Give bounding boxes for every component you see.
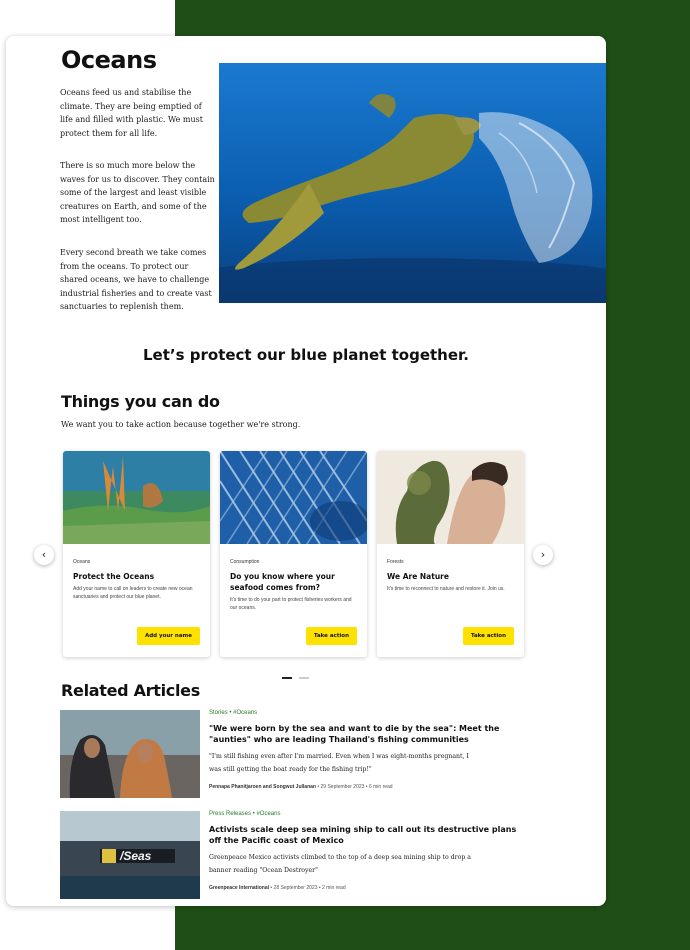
add-your-name-button[interactable]: Add your name: [136, 627, 200, 645]
action-card-image-reef: [63, 451, 210, 544]
carousel-dot[interactable]: [299, 677, 310, 679]
related-heading: Related Articles: [61, 681, 200, 700]
article-author: Greenpeace International: [209, 885, 270, 891]
article-title[interactable]: Activists scale deep sea mining ship to …: [209, 824, 529, 846]
page-title: Oceans: [61, 46, 157, 74]
action-card-consumption[interactable]: Consumption Do you know where your seafo…: [220, 451, 367, 657]
intro-paragraph-3: Every second breath we take comes from t…: [60, 248, 212, 311]
article-excerpt: Greenpeace Mexico activists climbed to t…: [209, 854, 471, 874]
carousel-prev-button[interactable]: ‹: [34, 545, 54, 565]
intro-paragraph-1: Oceans feed us and stabilise the climate…: [60, 88, 203, 138]
article-item[interactable]: /Seas Press Releases • #Oceans Activists…: [60, 811, 580, 899]
action-card-image-fishnet: [220, 451, 367, 544]
article-thumbnail[interactable]: /Seas: [60, 811, 200, 899]
card-category: Forests: [387, 559, 404, 565]
article-title[interactable]: "We were born by the sea and want to die…: [209, 723, 529, 745]
intro-paragraph-2: There is so much more below the waves fo…: [60, 161, 215, 224]
card-category: Consumption: [230, 559, 260, 565]
article-author: Pennapa Phanitjaroen and Songwut Jullana…: [209, 784, 316, 790]
card-title: Protect the Oceans: [73, 572, 155, 581]
card-title: We Are Nature: [387, 572, 449, 581]
card-title: Do you know where your seafood comes fro…: [230, 572, 335, 592]
hero-image-turtle: [219, 63, 606, 303]
tagline: Let’s protect our blue planet together.: [143, 346, 469, 364]
article-date: • 28 September 2023 • 2 min read: [269, 885, 346, 891]
actions-intro: We want you to take action because toget…: [61, 420, 301, 429]
carousel-dot[interactable]: [282, 677, 292, 679]
article-byline: Greenpeace International • 28 September …: [209, 885, 346, 891]
article-tags[interactable]: Press Releases • #Oceans: [209, 811, 280, 817]
take-action-button[interactable]: Take action: [462, 627, 514, 645]
actions-heading: Things you can do: [61, 392, 220, 411]
carousel-next-button[interactable]: ›: [533, 545, 553, 565]
action-card-image-nature: [377, 451, 524, 544]
article-byline: Pennapa Phanitjaroen and Songwut Jullana…: [209, 784, 393, 790]
card-category: Oceans: [73, 559, 91, 565]
article-thumbnail[interactable]: [60, 710, 200, 798]
chevron-left-icon: ‹: [41, 548, 47, 561]
article-excerpt: "I'm still fishing even after I'm marrie…: [209, 753, 469, 773]
card-description: Add your name to call on leaders to crea…: [73, 586, 193, 600]
action-card-forests[interactable]: Forests We Are Nature It's time to recon…: [377, 451, 524, 657]
content-card: Oceans Oceans feed us and stabilise the …: [6, 36, 606, 906]
carousel-pagination: [282, 666, 312, 684]
article-tags[interactable]: Stories • #Oceans: [209, 710, 257, 716]
card-description: It's time to reconnect to nature and res…: [387, 586, 505, 592]
chevron-right-icon: ›: [540, 548, 546, 561]
article-date: • 29 September 2023 • 6 min read: [315, 784, 393, 790]
take-action-button[interactable]: Take action: [305, 627, 357, 645]
svg-text:/Seas: /Seas: [119, 849, 152, 863]
card-description: It's time to do your part to protect fis…: [230, 597, 352, 611]
action-card-oceans[interactable]: Oceans Protect the Oceans Add your name …: [63, 451, 210, 657]
article-item[interactable]: Stories • #Oceans "We were born by the s…: [60, 710, 580, 798]
